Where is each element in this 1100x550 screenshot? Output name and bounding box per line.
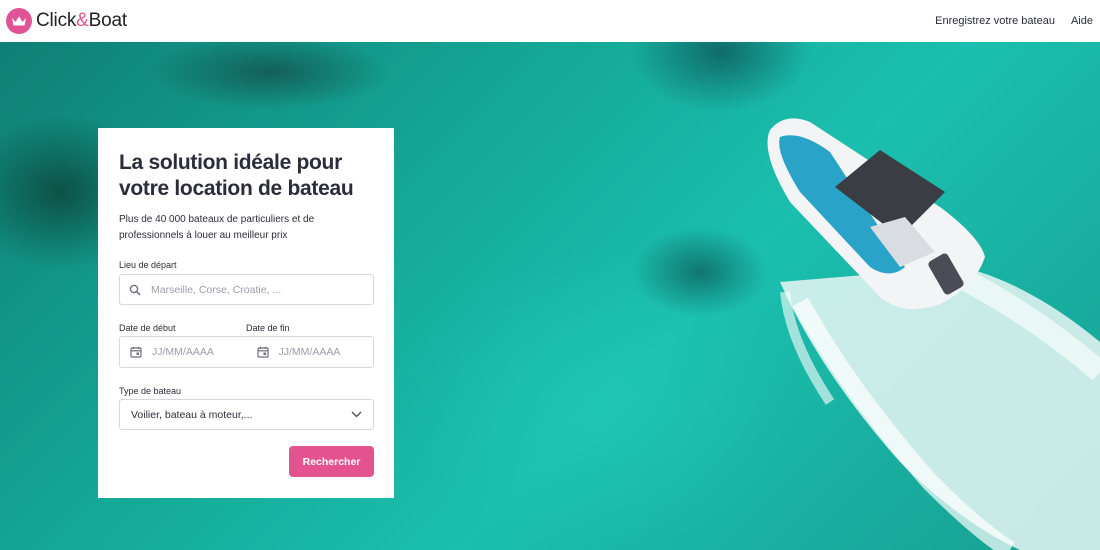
search-card-title: La solution idéale pour votre location d… xyxy=(119,151,354,200)
header-nav: Enregistrez votre bateau Aide xyxy=(935,15,1100,27)
search-button[interactable]: Rechercher xyxy=(289,446,374,477)
chevron-down-icon xyxy=(351,411,362,418)
boat-type-select[interactable]: Voilier, bateau à moteur,... xyxy=(119,399,374,430)
logo-text-boat: Boat xyxy=(88,10,127,31)
date-range-input: JJ/MM/AAAA JJ/MM/AAAA xyxy=(119,336,374,368)
search-card-subtitle: Plus de 40 000 bateaux de particuliers e… xyxy=(119,214,315,241)
search-card: La solution idéale pour votre location d… xyxy=(98,128,394,498)
start-date-label: Date de début xyxy=(119,323,176,333)
boat-type-label: Type de bateau xyxy=(119,386,182,396)
start-date-placeholder: JJ/MM/AAAA xyxy=(152,346,214,358)
calendar-icon xyxy=(256,346,269,358)
departure-input[interactable]: Marseille, Corse, Croatie, ... xyxy=(119,274,374,305)
search-icon xyxy=(129,284,141,296)
logo-wordmark: Click&Boat xyxy=(36,10,127,32)
site-logo[interactable]: Click&Boat xyxy=(6,8,127,34)
help-link[interactable]: Aide xyxy=(1071,15,1093,27)
start-date-field[interactable]: JJ/MM/AAAA xyxy=(120,337,247,367)
logo-text-click: Click xyxy=(36,10,77,31)
boat-type-value: Voilier, bateau à moteur,... xyxy=(131,408,253,421)
register-boat-link[interactable]: Enregistrez votre bateau xyxy=(935,15,1055,27)
crown-icon xyxy=(6,8,32,34)
end-date-label: Date de fin xyxy=(246,323,290,333)
end-date-field[interactable]: JJ/MM/AAAA xyxy=(247,337,374,367)
departure-placeholder: Marseille, Corse, Croatie, ... xyxy=(151,283,282,296)
end-date-placeholder: JJ/MM/AAAA xyxy=(278,346,341,358)
calendar-icon xyxy=(130,346,142,358)
departure-label: Lieu de départ xyxy=(119,260,177,270)
top-header: Click&Boat Enregistrez votre bateau Aide xyxy=(0,0,1100,42)
logo-ampersand: & xyxy=(76,10,89,31)
